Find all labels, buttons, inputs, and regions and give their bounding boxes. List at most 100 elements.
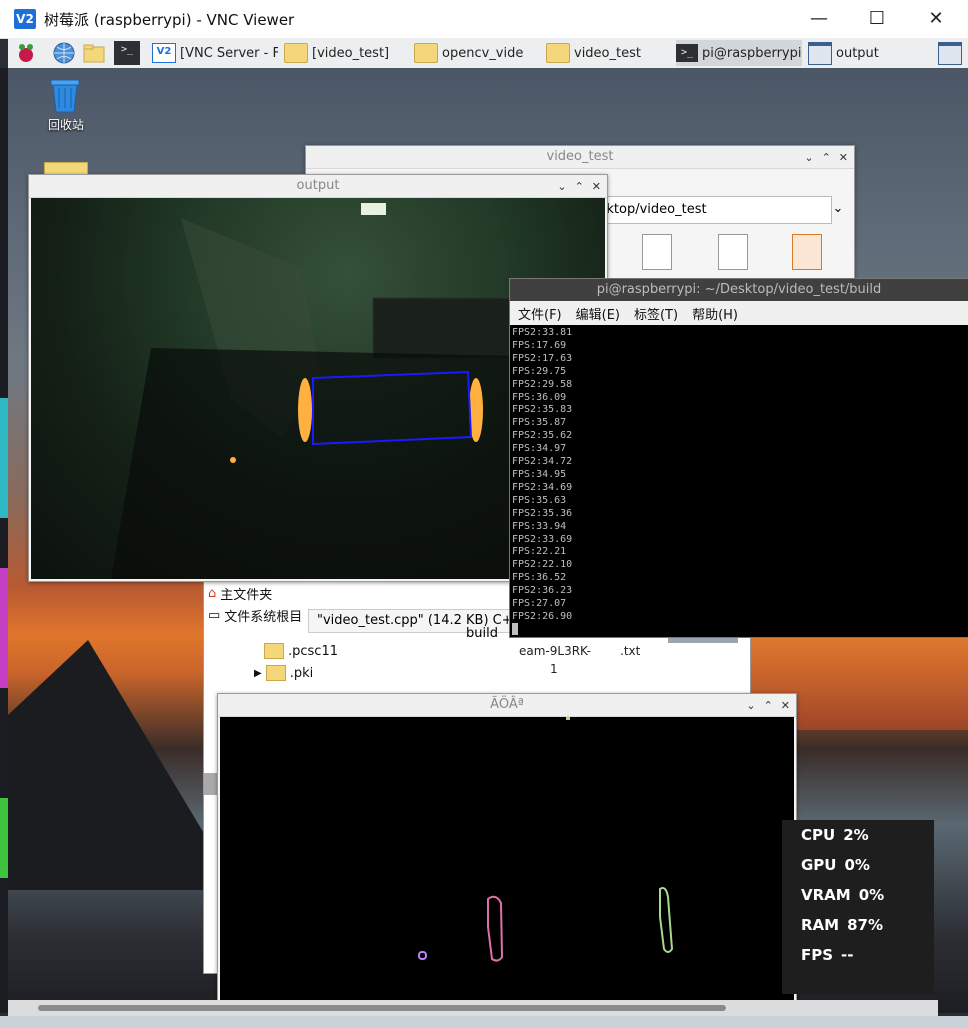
maximize-button[interactable]: ⌃ bbox=[822, 151, 831, 164]
terminal-window[interactable]: pi@raspberrypi: ~/Desktop/video_test/bui… bbox=[509, 278, 968, 638]
perf-row-gpu: GPU 0% bbox=[801, 856, 870, 874]
close-button[interactable]: ✕ bbox=[592, 180, 601, 193]
vnc-logo-icon: V2 bbox=[14, 9, 36, 29]
taskbar-item-terminal[interactable]: >_ pi@raspberrypi:... bbox=[676, 40, 802, 66]
terminal-line: FPS2:33.69 bbox=[512, 533, 573, 545]
vnc-icon: V2 bbox=[152, 43, 176, 63]
maximize-button[interactable]: ⌃ bbox=[764, 699, 773, 712]
perf-row-cpu: CPU 2% bbox=[801, 826, 869, 844]
terminal-line: FPS2:34.69 bbox=[512, 481, 573, 493]
menu-item-edit[interactable]: 编辑(E) bbox=[576, 304, 620, 323]
folder-label-build[interactable]: build bbox=[466, 626, 498, 641]
menu-item-help[interactable]: 帮助(H) bbox=[692, 304, 738, 323]
terminal-line: FPS2:35.36 bbox=[512, 507, 573, 519]
terminal-title[interactable]: pi@raspberrypi: ~/Desktop/video_test/bui… bbox=[510, 279, 968, 301]
taskbar-item-video-test-2[interactable]: video_test bbox=[546, 40, 672, 66]
bottom-strip bbox=[0, 1016, 968, 1028]
sidebar-item-home[interactable]: ⌂ 主文件夹 bbox=[208, 583, 272, 603]
performance-overlay: CPU 2% GPU 0% VRAM 0% RAM 87% FPS -- bbox=[782, 820, 934, 994]
terminal-menu-bar: 文件(F) 编辑(E) 标签(T) 帮助(H) bbox=[510, 301, 968, 325]
close-button[interactable]: ✕ bbox=[839, 151, 848, 164]
output-window-title[interactable]: output bbox=[29, 175, 607, 198]
tree-item-pki[interactable]: ▶ .pki bbox=[254, 663, 313, 683]
expand-arrow-icon: ▶ bbox=[254, 667, 262, 679]
terminal-output[interactable]: FPS2:33.81 FPS:17.69 FPS2:17.63 FPS:29.75 FP… bbox=[512, 327, 572, 624]
window-title: 树莓派 (raspberrypi) - VNC Viewer bbox=[44, 11, 295, 29]
terminal-line: FPS:29.75 bbox=[512, 365, 567, 377]
terminal-line: FPS:33.94 bbox=[512, 520, 567, 532]
minimize-button[interactable]: ⌄ bbox=[746, 699, 755, 712]
contour-drawing bbox=[418, 717, 674, 962]
perf-row-fps: FPS -- bbox=[801, 946, 854, 964]
taskbar: >_ V2 [VNC Server - Fil... [video_test] … bbox=[8, 38, 968, 69]
file-manager-title[interactable]: video_test bbox=[306, 146, 854, 169]
minimize-button[interactable]: ⌄ bbox=[557, 180, 566, 193]
file-label-lttng-line2: 1 bbox=[550, 662, 558, 676]
perf-row-vram: VRAM 0% bbox=[801, 886, 885, 904]
tree-scrollbar-thumb[interactable] bbox=[204, 773, 218, 795]
file-manager-icon[interactable] bbox=[82, 41, 106, 65]
terminal-launcher-icon[interactable]: >_ bbox=[114, 41, 140, 65]
recycle-bin-label: 回收站 bbox=[47, 118, 84, 132]
close-button[interactable]: ✕ bbox=[921, 6, 951, 32]
terminal-cursor bbox=[512, 623, 518, 635]
terminal-line: FPS2:34.72 bbox=[512, 456, 573, 468]
taskbar-item-opencv-video[interactable]: opencv_vide bbox=[414, 40, 540, 66]
terminal-icon: >_ bbox=[676, 44, 698, 62]
maximize-button[interactable]: ☐ bbox=[862, 6, 892, 32]
folder-icon bbox=[264, 643, 284, 659]
folder-icon bbox=[284, 43, 308, 63]
left-edge-strip bbox=[0, 68, 8, 1013]
minimize-button[interactable]: — bbox=[804, 6, 834, 32]
file-icon[interactable] bbox=[718, 234, 748, 270]
close-button[interactable]: ✕ bbox=[781, 699, 790, 712]
path-dropdown-button[interactable]: ⌄ bbox=[828, 196, 848, 222]
terminal-line: FPS:34.97 bbox=[512, 443, 567, 455]
browser-globe-icon[interactable] bbox=[52, 41, 76, 65]
minimize-button[interactable]: ⌄ bbox=[804, 151, 813, 164]
file-label-lttng[interactable]: eam-9L3RK- bbox=[519, 644, 591, 658]
terminal-line: FPS:35.87 bbox=[512, 417, 567, 429]
file-icon[interactable] bbox=[642, 234, 672, 270]
tree-item-pcsc11[interactable]: .pcsc11 bbox=[264, 641, 338, 661]
drive-icon: ▭ bbox=[208, 607, 221, 623]
terminal-line: FPS:27.07 bbox=[512, 598, 567, 610]
terminal-line: FPS2:29.58 bbox=[512, 378, 573, 390]
maximize-button[interactable]: ⌃ bbox=[575, 180, 584, 193]
terminal-line: FPS:36.52 bbox=[512, 572, 567, 584]
horizontal-scrollbar[interactable] bbox=[8, 1000, 938, 1016]
menu-item-tabs[interactable]: 标签(T) bbox=[634, 304, 678, 323]
purple-contour bbox=[418, 951, 427, 960]
taskbar-item-video-test[interactable]: [video_test] bbox=[284, 40, 410, 66]
terminal-line: FPS2:35.62 bbox=[512, 430, 573, 442]
taskbar-overflow[interactable] bbox=[938, 40, 966, 66]
file-label-cmakelists[interactable]: .txt bbox=[620, 644, 640, 658]
perf-row-ram: RAM 87% bbox=[801, 916, 883, 934]
contour-window-title[interactable]: ÃÖÂª bbox=[218, 694, 796, 717]
window-icon bbox=[808, 41, 832, 65]
recycle-bin-icon[interactable] bbox=[48, 76, 82, 114]
taskbar-item-output[interactable]: output bbox=[808, 40, 934, 66]
terminal-line: FPS2:17.63 bbox=[512, 352, 573, 364]
window-icon bbox=[938, 41, 962, 65]
menu-item-file[interactable]: 文件(F) bbox=[518, 304, 562, 323]
horizontal-scrollbar-thumb[interactable] bbox=[38, 1005, 726, 1011]
vnc-title-bar[interactable]: V2 树莓派 (raspberrypi) - VNC Viewer — ☐ ✕ bbox=[0, 0, 968, 39]
terminal-line: FPS2:36.23 bbox=[512, 585, 573, 597]
terminal-line: FPS2:22.10 bbox=[512, 559, 573, 571]
folder-icon bbox=[546, 43, 570, 63]
terminal-line: FPS:34.95 bbox=[512, 468, 567, 480]
terminal-line: FPS2:33.81 bbox=[512, 327, 573, 338]
terminal-line: FPS:36.09 bbox=[512, 391, 567, 403]
video-file-icon[interactable] bbox=[792, 234, 822, 270]
raspberry-menu-icon[interactable] bbox=[14, 41, 38, 65]
sidebar-item-filesystem-root[interactable]: ▭ 文件系统根目 bbox=[208, 605, 302, 625]
terminal-line: FPS:22.21 bbox=[512, 546, 567, 558]
contour-window[interactable]: ÃÖÂª ⌄ ⌃ ✕ bbox=[217, 693, 797, 1015]
contour-canvas bbox=[220, 717, 794, 1014]
pink-contour bbox=[487, 895, 504, 962]
terminal-line: FPS:17.69 bbox=[512, 339, 567, 351]
terminal-line: FPS:35.63 bbox=[512, 494, 567, 506]
taskbar-item-vnc-server[interactable]: V2 [VNC Server - Fil... bbox=[152, 40, 278, 66]
folder-icon bbox=[414, 43, 438, 63]
